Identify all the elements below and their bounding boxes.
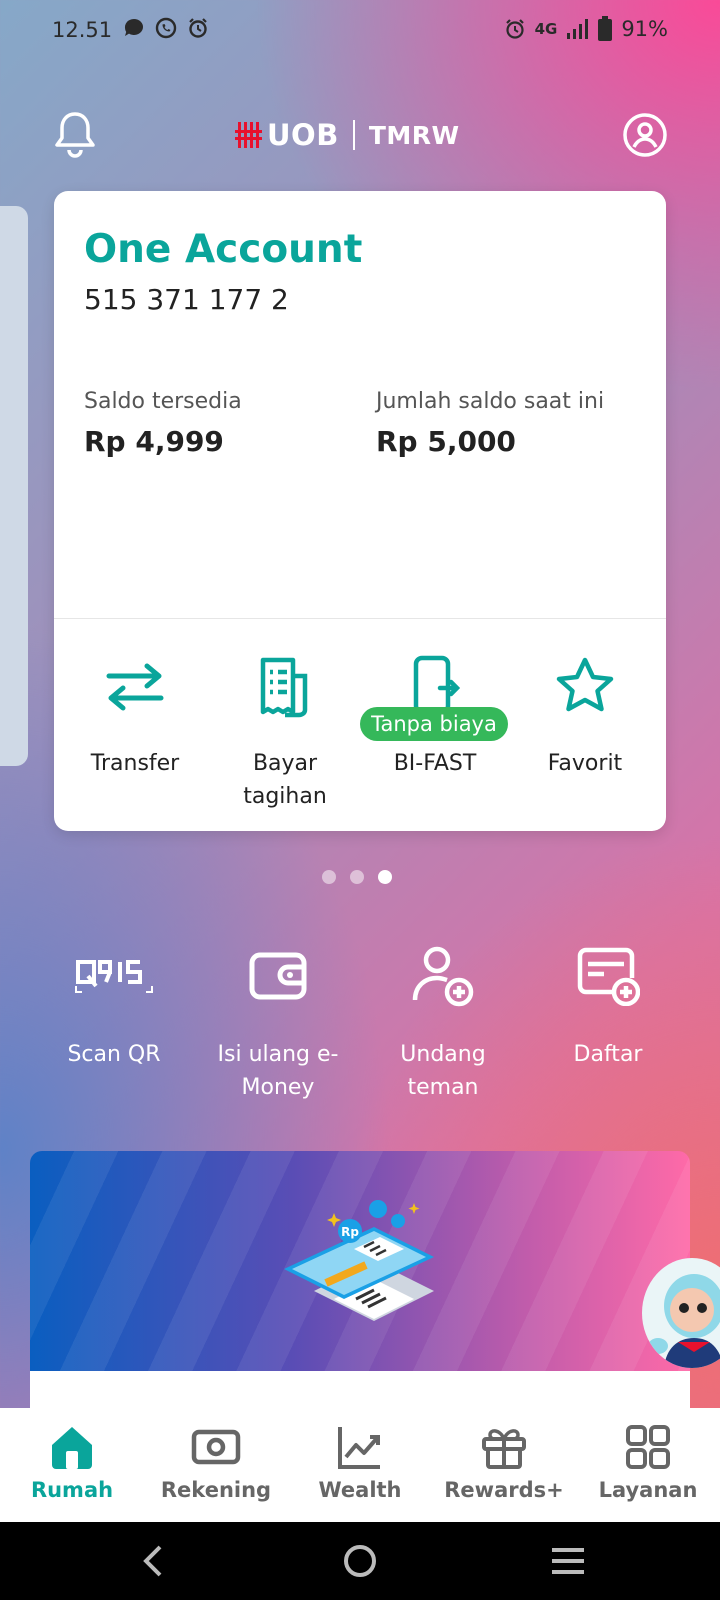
profile-button[interactable] xyxy=(622,110,668,160)
qris-icon xyxy=(75,960,153,993)
bottom-navigation: Rumah Rekening Wealth Rewards+ Layanan xyxy=(0,1408,720,1522)
nav-services-label: Layanan xyxy=(598,1478,698,1502)
uob-logo-mark xyxy=(235,122,262,148)
system-navigation-bar xyxy=(0,1522,720,1600)
nav-services[interactable]: Layanan xyxy=(576,1422,720,1502)
bell-icon xyxy=(55,112,95,158)
favorite-button[interactable]: Favorit xyxy=(510,651,660,780)
notification-bell-button[interactable] xyxy=(52,110,98,160)
menu-lines-icon xyxy=(552,1548,584,1574)
nav-home[interactable]: Rumah xyxy=(0,1422,144,1502)
gift-icon xyxy=(482,1429,526,1469)
system-home-button[interactable] xyxy=(337,1540,383,1582)
system-recents-button[interactable] xyxy=(545,1540,591,1582)
favorite-label: Favorit xyxy=(547,751,623,776)
logo-tmrw-text: TMRW xyxy=(368,120,460,150)
transfer-label: Transfer xyxy=(90,751,180,776)
message-icon xyxy=(124,18,143,36)
signal-icon xyxy=(567,19,589,39)
nav-rewards-label: Rewards+ xyxy=(444,1478,564,1502)
wallet-icon xyxy=(249,952,307,1000)
nav-wealth[interactable]: Wealth xyxy=(288,1422,432,1502)
nav-account[interactable]: Rekening xyxy=(144,1422,288,1502)
network-type: 4G xyxy=(534,20,558,38)
nav-wealth-label: Wealth xyxy=(318,1478,402,1502)
register-button[interactable]: Daftar xyxy=(528,940,688,1071)
qr-phone-illustration: Rp xyxy=(284,1200,434,1321)
battery-icon xyxy=(598,16,613,41)
bi-fast-label: BI-FAST xyxy=(393,751,477,776)
nav-home-label: Rumah xyxy=(30,1478,114,1502)
banner-footer xyxy=(30,1371,690,1411)
chart-line-icon xyxy=(338,1427,380,1469)
bill-receipt-icon xyxy=(260,657,308,718)
status-time: 12.51 xyxy=(52,18,113,42)
current-balance-label: Jumlah saldo saat ini xyxy=(376,389,605,414)
scan-qr-label: Scan QR xyxy=(67,1042,161,1067)
pay-bill-button[interactable]: Bayar tagihan xyxy=(210,651,360,813)
carousel-dot[interactable] xyxy=(322,870,336,884)
grid-icon xyxy=(626,1425,670,1469)
carousel-indicator xyxy=(322,870,392,884)
back-icon xyxy=(143,1545,162,1577)
pay-bill-label: Bayar tagihan xyxy=(243,751,327,809)
scan-qr-button[interactable]: Scan QR xyxy=(34,940,194,1071)
transfer-button[interactable]: Transfer xyxy=(60,651,210,780)
carousel-dot[interactable] xyxy=(350,870,364,884)
system-back-button[interactable] xyxy=(130,1540,176,1582)
logo-separator xyxy=(352,120,355,150)
battery-level: 91% xyxy=(621,17,668,41)
home-circle-icon xyxy=(344,1545,376,1577)
nav-account-label: Rekening xyxy=(160,1478,272,1502)
card-divider xyxy=(54,618,666,619)
star-icon xyxy=(556,657,614,712)
alarm-icon xyxy=(505,19,524,39)
rp-coin-text: Rp xyxy=(341,1225,359,1239)
whatsapp-icon xyxy=(155,17,177,39)
invite-friend-button[interactable]: Undang teman xyxy=(363,940,523,1104)
profile-icon xyxy=(623,113,667,157)
transfer-arrows-icon xyxy=(106,663,164,711)
nav-rewards[interactable]: Rewards+ xyxy=(432,1422,576,1502)
status-bar: 12.51 4G 91% xyxy=(0,0,720,60)
current-balance-value: Rp 5,000 xyxy=(376,425,516,458)
top-up-emoney-button[interactable]: Isi ulang e-Money xyxy=(198,940,358,1104)
available-balance-label: Saldo tersedia xyxy=(84,389,242,414)
notification-icons xyxy=(122,16,210,40)
account-number: 515 371 177 2 xyxy=(84,283,289,316)
carousel-dot-active[interactable] xyxy=(378,870,392,884)
register-form-icon xyxy=(577,947,640,1006)
available-balance-value: Rp 4,999 xyxy=(84,425,224,458)
uob-tmrw-logo: UOB TMRW xyxy=(235,118,460,152)
previous-account-card[interactable] xyxy=(0,206,28,766)
free-fee-badge: Tanpa biaya xyxy=(360,707,508,741)
promo-banner[interactable]: Rp xyxy=(30,1151,690,1411)
add-user-icon xyxy=(412,946,474,1007)
home-icon xyxy=(52,1427,92,1469)
account-card[interactable]: One Account 515 371 177 2 Saldo tersedia… xyxy=(54,191,666,831)
logo-uob-text: UOB xyxy=(267,118,339,152)
top-up-emoney-label: Isi ulang e-Money xyxy=(217,1042,339,1100)
register-label: Daftar xyxy=(573,1042,643,1067)
alarm-icon xyxy=(189,18,207,38)
account-name: One Account xyxy=(84,227,363,272)
invite-friend-label: Undang teman xyxy=(400,1042,486,1100)
account-cash-icon xyxy=(191,1429,241,1465)
status-right: 4G 91% xyxy=(503,16,668,42)
